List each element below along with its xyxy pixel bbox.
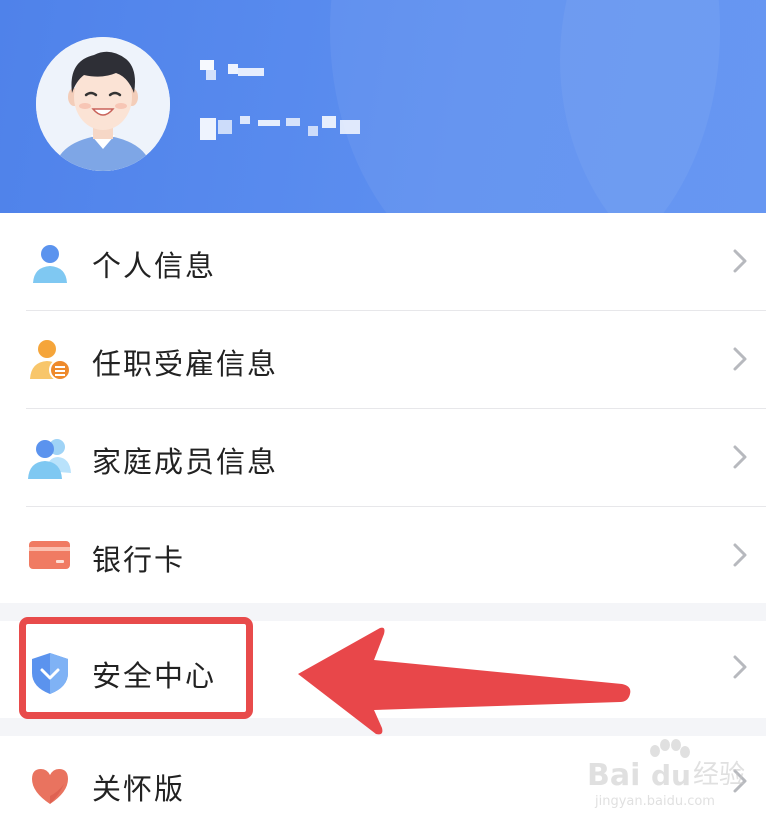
person-icon — [28, 241, 72, 285]
menu-item-personal-info[interactable]: 个人信息 — [0, 213, 766, 311]
user-name-redacted — [200, 60, 266, 82]
header-decoration — [560, 0, 766, 213]
menu-item-label: 家庭成员信息 — [92, 445, 279, 479]
menu-card: 个人信息 任职受雇信息 家庭成员信息 银行卡 — [0, 213, 766, 603]
menu-item-family-info[interactable]: 家庭成员信息 — [0, 409, 766, 507]
menu-item-label: 银行卡 — [92, 543, 186, 577]
family-icon — [28, 435, 72, 479]
menu-item-label: 任职受雇信息 — [92, 347, 279, 381]
menu-item-bank-card[interactable]: 银行卡 — [0, 507, 766, 605]
watermark-brand-suffix: du — [651, 759, 691, 792]
paw-icon — [650, 739, 690, 758]
employment-icon — [28, 337, 72, 381]
annotation-arrow — [298, 627, 631, 735]
watermark-url: jingyan.baidu.com — [594, 794, 715, 809]
chevron-right-icon — [730, 346, 750, 372]
heart-icon — [28, 764, 72, 808]
profile-header — [0, 0, 766, 213]
chevron-right-icon — [730, 654, 750, 680]
chevron-right-icon — [730, 248, 750, 274]
bank-card-icon — [28, 533, 72, 577]
user-phone-redacted — [200, 114, 362, 140]
watermark-cn: 经验 — [693, 760, 745, 790]
user-avatar-icon[interactable] — [36, 37, 170, 171]
menu-item-label: 关怀版 — [92, 772, 186, 806]
chevron-right-icon — [730, 444, 750, 470]
menu-item-label: 个人信息 — [92, 249, 217, 283]
baidu-watermark-logo: Bai du 经验 jingyan.baidu.com — [587, 739, 745, 809]
chevron-right-icon — [730, 542, 750, 568]
menu-item-employment-info[interactable]: 任职受雇信息 — [0, 311, 766, 409]
watermark-brand: Bai — [587, 758, 640, 793]
highlight-box — [19, 617, 253, 719]
